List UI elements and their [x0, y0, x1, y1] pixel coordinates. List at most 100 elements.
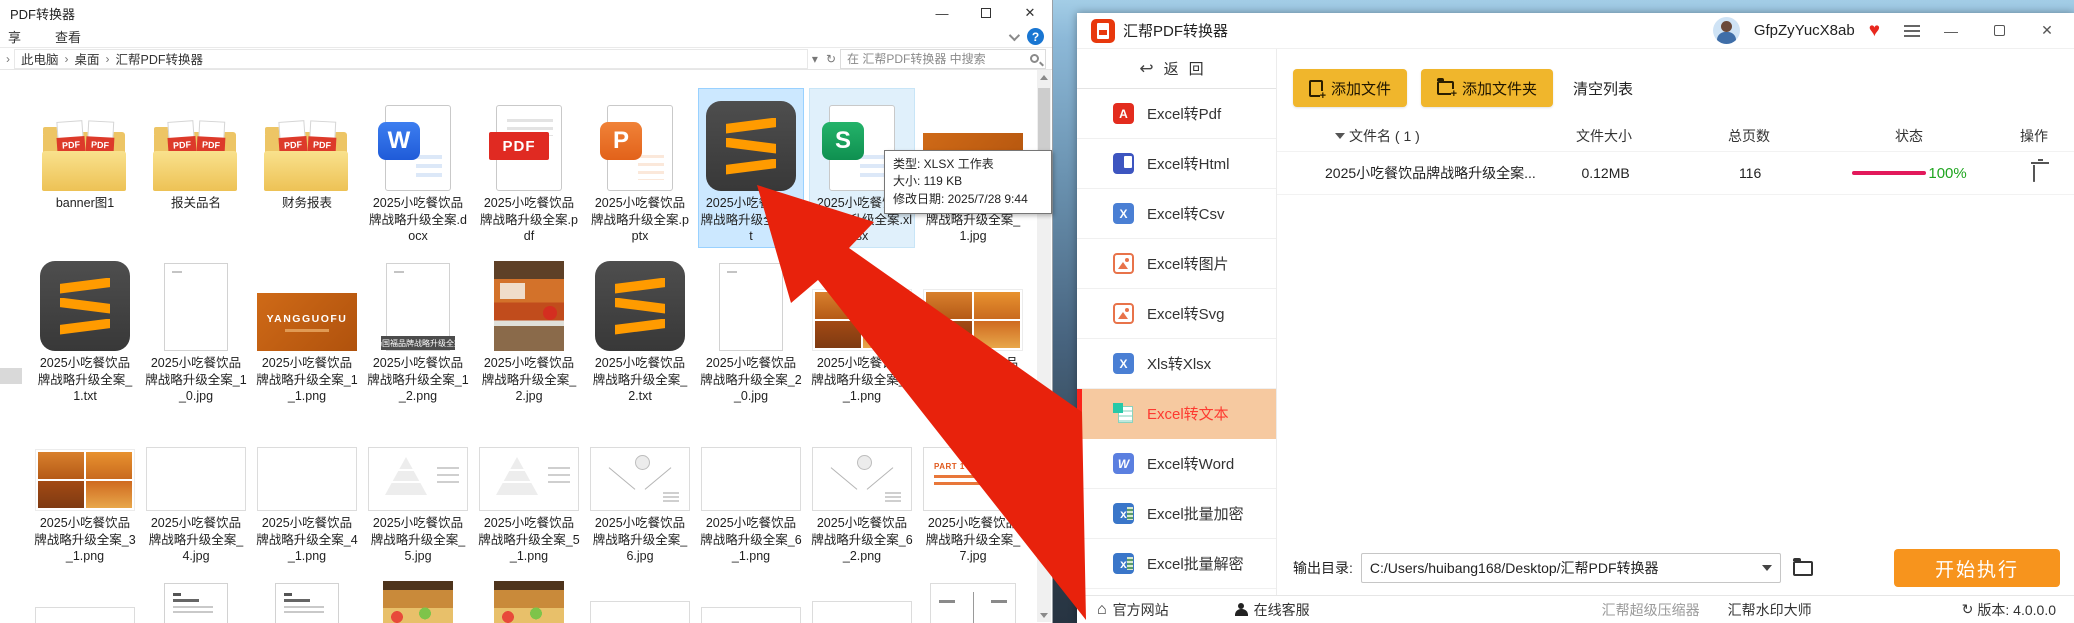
file-item[interactable] — [587, 568, 693, 623]
online-service-link[interactable]: 在线客服 — [1234, 600, 1310, 620]
file-item[interactable]: 2025小吃餐饮品牌战略升级全案_6_1.png — [698, 408, 804, 568]
file-item[interactable]: 2025小吃餐饮品牌战略升级全案_2_1.png — [809, 248, 915, 408]
text-pages-icon — [1113, 403, 1134, 424]
file-item[interactable]: 2025小吃餐饮品牌战略升级全案_6_2.png — [809, 408, 915, 568]
file-item[interactable]: PDF 2025小吃餐饮品牌战略升级全案.pdf — [476, 88, 582, 248]
breadcrumb-chevron-icon: › — [105, 51, 110, 66]
explorer-maximize-button[interactable] — [964, 0, 1008, 26]
file-item[interactable] — [809, 568, 915, 623]
search-icon[interactable] — [1030, 54, 1039, 63]
file-item[interactable]: 2025小吃餐饮品牌战略升级全案_1_0.jpg — [143, 248, 249, 408]
file-item[interactable]: 2025小吃餐饮品牌战略升级全案.txt — [698, 88, 804, 248]
search-placeholder: 在 汇帮PDF转换器 中搜索 — [847, 52, 986, 66]
pyramid-diagram-thumbnail — [479, 447, 579, 511]
delete-icon[interactable] — [2033, 165, 2036, 182]
app-maximize-button[interactable] — [1982, 18, 2016, 44]
update-icon[interactable]: ↻ — [1962, 601, 1974, 618]
app-minimize-button[interactable]: — — [1934, 18, 1968, 44]
combobox-dropdown-icon[interactable] — [1761, 565, 1772, 571]
sidebar-item-Excel转图片[interactable]: Excel转图片 — [1077, 239, 1276, 289]
file-label: 2025小吃餐饮品牌战略升级全案_6_2.png — [811, 516, 913, 563]
file-label: 2025小吃餐饮品牌战略升级全案.txt — [700, 196, 802, 243]
breadcrumb-item[interactable]: 汇帮PDF转换器 — [116, 49, 204, 68]
file-item[interactable]: 2025小吃餐饮品牌战略升级全案_2.txt — [587, 248, 693, 408]
breadcrumb-item[interactable]: 此电脑 — [21, 49, 59, 68]
refresh-icon[interactable]: ↻ — [826, 52, 836, 66]
explorer-minimize-button[interactable]: — — [920, 0, 964, 26]
explorer-close-button[interactable]: ✕ — [1008, 0, 1052, 26]
sidebar-item-Xls转Xlsx[interactable]: X Xls转Xlsx — [1077, 339, 1276, 389]
sidebar-item-Excel转Word[interactable]: W Excel转Word — [1077, 439, 1276, 489]
menu-item-1[interactable]: 查看 — [55, 27, 81, 46]
file-item[interactable]: PDF PDF banner图1 — [32, 88, 138, 248]
start-button[interactable]: 开始执行 — [1894, 549, 2060, 587]
sidebar-item-Excel批量加密[interactable]: x Excel批量加密 — [1077, 489, 1276, 539]
user-avatar[interactable] — [1712, 17, 1740, 44]
table-row[interactable]: 2025小吃餐饮品牌战略升级全案... 0.12MB 116 100% — [1277, 151, 2074, 195]
file-item[interactable]: 2025小吃餐饮品牌战略升级全案_5.jpg — [365, 408, 471, 568]
help-icon[interactable]: ? — [1027, 28, 1044, 45]
sidebar-item-Excel批量解密[interactable]: x Excel批量解密 — [1077, 539, 1276, 589]
file-item[interactable]: 2025小吃餐饮品牌战略升级全案_2_0.jpg — [698, 248, 804, 408]
menu-item-0[interactable]: 享 — [8, 27, 21, 46]
file-item[interactable]: 2025小吃餐饮品牌战略升级全案_2.jpg — [476, 248, 582, 408]
app-close-button[interactable]: ✕ — [2030, 18, 2064, 44]
sidebar-item-Excel转Html[interactable]: Excel转Html — [1077, 139, 1276, 189]
file-item[interactable] — [698, 568, 804, 623]
file-item[interactable]: W 2025小吃餐饮品牌战略升级全案.docx — [365, 88, 471, 248]
file-item[interactable]: PDF PDF 报关品名 — [143, 88, 249, 248]
file-item[interactable] — [365, 568, 471, 623]
vip-heart-icon[interactable]: ♥ — [1869, 21, 1880, 40]
file-label: 2025小吃餐饮品牌战略升级全案_2.txt — [592, 356, 688, 403]
nav-pane-sliver — [0, 368, 22, 384]
back-button[interactable]: ↩ 返回 — [1077, 49, 1276, 89]
scroll-up-icon[interactable] — [1037, 70, 1051, 84]
add-file-button[interactable]: 添加文件 — [1293, 69, 1408, 107]
file-item[interactable]: 杨国福品牌战略升级全案 2025小吃餐饮品牌战略升级全案_1_2.png — [365, 248, 471, 408]
breadcrumb-root-chevron[interactable]: › — [6, 52, 10, 66]
sidebar-item-Excel转Svg[interactable]: Excel转Svg — [1077, 289, 1276, 339]
search-input[interactable]: 在 汇帮PDF转换器 中搜索 — [840, 48, 1046, 69]
add-folder-label: 添加文件夹 — [1462, 80, 1538, 98]
file-item[interactable]: PART 1 2025小吃餐饮品牌战略升级全案_7.jpg — [920, 408, 1026, 568]
file-item[interactable]: 2025小吃餐饮品牌战略升级全案_6.jpg — [587, 408, 693, 568]
file-explorer-window: PDF转换器 — ✕ 享 查看 ? › 此电脑 › 桌面 › 汇帮PDF转换器 ▾ ↻ 在… — [0, 0, 1053, 623]
clear-list-button[interactable]: 清空列表 — [1573, 78, 1633, 99]
address-dropdown-icon[interactable]: ▾ — [812, 52, 818, 66]
file-item[interactable]: 2025小吃餐饮品牌战略升级全案_4.jpg — [143, 408, 249, 568]
file-item[interactable]: 2025小吃餐饮品牌战略升级全案_3.jpg — [920, 248, 1026, 408]
file-label: 2025小吃餐饮品牌战略升级全案_5_1.png — [478, 516, 580, 563]
breadcrumb-item[interactable]: 桌面 — [75, 49, 100, 68]
file-item[interactable]: PDF PDF 财务报表 — [254, 88, 360, 248]
file-table-header: 文件名 ( 1 ) 文件大小 总页数 状态 操作 — [1277, 121, 2074, 151]
part-slide-thumbnail: PART 1 — [35, 607, 135, 623]
file-item[interactable]: 2025小吃餐饮品牌战略升级全案_1.txt — [32, 248, 138, 408]
sidebar-item-Excel转Pdf[interactable]: A Excel转Pdf — [1077, 89, 1276, 139]
file-item[interactable]: P 2025小吃餐饮品牌战略升级全案.pptx — [587, 88, 693, 248]
add-file-label: 添加文件 — [1331, 80, 1392, 98]
row-filesize: 0.12MB — [1581, 165, 1630, 181]
app-logo-icon — [1091, 18, 1115, 43]
header-filename[interactable]: 文件名 ( 1 ) — [1277, 126, 1534, 146]
file-item[interactable] — [143, 568, 249, 623]
file-item[interactable]: 2025小吃餐饮品牌战略升级全案_3_1.png — [32, 408, 138, 568]
file-item[interactable] — [476, 568, 582, 623]
breadcrumb[interactable]: 此电脑 › 桌面 › 汇帮PDF转换器 — [14, 48, 808, 69]
official-site-link[interactable]: ⌂ 官方网站 — [1097, 600, 1169, 620]
sidebar-item-Excel转Csv[interactable]: X Excel转Csv — [1077, 189, 1276, 239]
output-dir-combobox[interactable]: C:/Users/huibang168/Desktop/汇帮PDF转换器 — [1360, 553, 1781, 583]
watermark-link[interactable]: 汇帮水印大师 — [1728, 600, 1812, 620]
file-item[interactable] — [920, 568, 1026, 623]
file-item[interactable] — [254, 568, 360, 623]
file-item[interactable]: PART 1 — [32, 568, 138, 623]
file-item[interactable]: 2025小吃餐饮品牌战略升级全案_4_1.png — [254, 408, 360, 568]
sidebar-item-Excel转文本[interactable]: Excel转文本 — [1077, 389, 1276, 439]
compressor-link[interactable]: 汇帮超级压缩器 — [1602, 600, 1700, 620]
browse-folder-icon[interactable] — [1792, 557, 1813, 576]
scroll-down-icon[interactable] — [1037, 608, 1051, 622]
ribbon-collapse-icon[interactable] — [1008, 29, 1021, 41]
menu-icon[interactable] — [1904, 24, 1920, 37]
file-item[interactable]: YANGGUOFU 2025小吃餐饮品牌战略升级全案_1_1.png — [254, 248, 360, 408]
add-folder-button[interactable]: 添加文件夹 — [1421, 69, 1554, 107]
file-item[interactable]: 2025小吃餐饮品牌战略升级全案_5_1.png — [476, 408, 582, 568]
